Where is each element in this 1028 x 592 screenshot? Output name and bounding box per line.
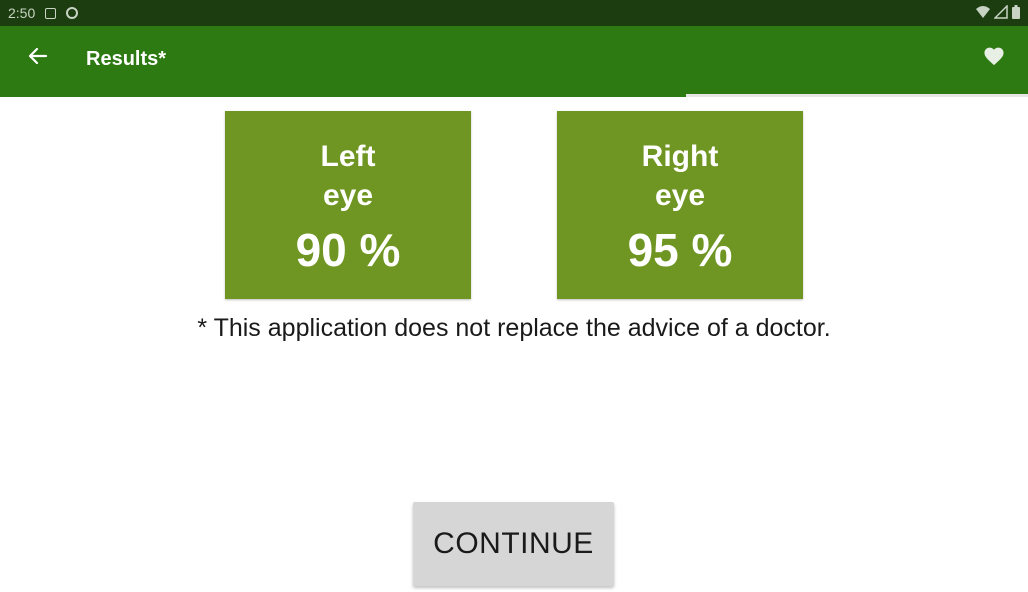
arrow-left-icon xyxy=(28,47,48,65)
left-eye-label-line1: Left xyxy=(320,140,376,173)
progress-fill xyxy=(0,94,686,97)
left-eye-score: 90 % xyxy=(295,224,401,276)
left-eye-label-line2: eye xyxy=(322,179,374,212)
disclaimer-text: * This application does not replace the … xyxy=(197,314,831,342)
wifi-icon xyxy=(976,6,990,18)
heart-icon xyxy=(984,47,1004,66)
right-eye-label-line2: eye xyxy=(654,179,706,212)
left-eye-label: Left eye xyxy=(225,137,471,215)
right-eye-score: 95 % xyxy=(627,224,733,276)
page-title: Results* xyxy=(86,48,167,70)
notification-icon xyxy=(45,7,57,19)
right-eye-result-card: Right eye 95 % xyxy=(557,111,803,299)
status-bar: 2:50 xyxy=(0,0,1028,26)
favorite-button[interactable] xyxy=(978,40,1010,72)
back-button[interactable] xyxy=(20,38,56,74)
right-eye-label-line1: Right xyxy=(641,140,719,173)
right-eye-label: Right eye xyxy=(557,137,803,215)
app-bar: Results* xyxy=(0,26,1028,94)
sync-icon xyxy=(66,7,79,19)
continue-button[interactable]: CONTINUE xyxy=(413,502,614,586)
battery-icon xyxy=(1012,5,1020,19)
signal-icon xyxy=(994,5,1008,19)
status-time: 2:50 xyxy=(8,5,36,21)
progress-bar xyxy=(0,94,1028,97)
left-eye-result-card: Left eye 90 % xyxy=(225,111,471,299)
